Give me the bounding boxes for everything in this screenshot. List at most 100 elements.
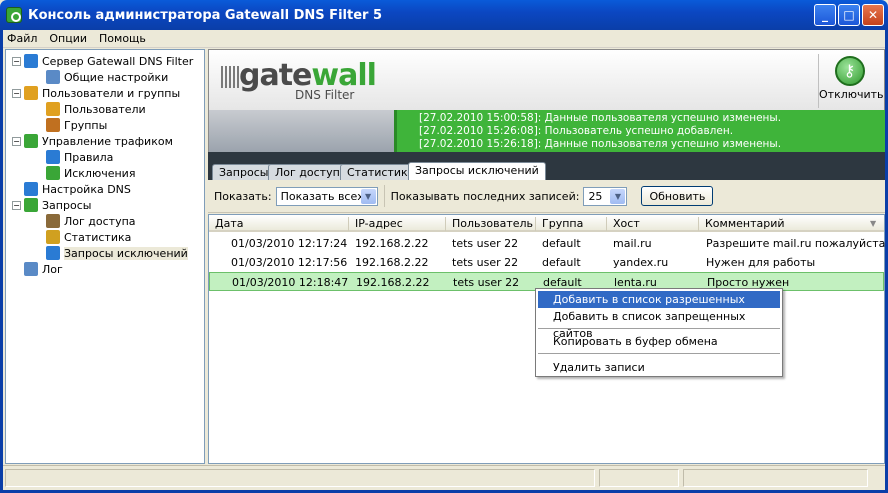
status-panel <box>683 469 868 487</box>
refresh-button[interactable]: Обновить <box>641 186 714 206</box>
tree-item-label: Запросы исключений <box>64 246 188 260</box>
maximize-icon: □ <box>843 8 855 22</box>
menu-separator <box>538 328 780 329</box>
tree-item-label: Пользователи <box>64 102 146 116</box>
collapse-icon[interactable]: − <box>12 56 21 66</box>
tree-item[interactable]: Запросы исключений <box>46 245 188 261</box>
menu-item-add-allowed[interactable]: Добавить в список разрешенных сайтов <box>538 291 780 323</box>
tree-item[interactable]: − Управление трафиком <box>12 133 173 149</box>
tree-item-label: Лог доступа <box>64 214 136 228</box>
tree-item-label: Правила <box>64 150 114 164</box>
tree-item-label: Группы <box>64 118 108 132</box>
statistics-icon <box>46 230 60 244</box>
navigation-tree: − Сервер Gatewall DNS Filter Общие настрой… <box>5 49 205 464</box>
table-row[interactable]: 01/03/2010 12:17:24 192.168.2.22 tets user… <box>209 234 885 253</box>
tree-item[interactable]: − Сервер Gatewall DNS Filter <box>12 53 193 69</box>
group-icon <box>46 118 60 132</box>
minimize-icon: _ <box>822 8 828 22</box>
tree-item[interactable]: Правила <box>46 149 113 165</box>
table-cell: Нужен для работы <box>706 256 816 269</box>
tree-item[interactable]: − Пользователи и группы <box>12 85 180 101</box>
table-cell: 192.168.2.22 <box>355 256 429 269</box>
show-select[interactable]: Показать всех ▼ <box>275 186 378 206</box>
server-icon <box>24 54 38 68</box>
exceptions-icon <box>46 166 60 180</box>
context-menu: Добавить в список разрешенных сайтов Доб… <box>535 288 783 377</box>
maximize-button[interactable]: □ <box>838 4 860 26</box>
chevron-down-icon: ▼ <box>610 188 626 204</box>
table-header: Дата IP-адрес Пользователь Группа Хост К… <box>209 215 884 232</box>
tree-item-label: Статистика <box>64 230 132 244</box>
tree-item[interactable]: Лог <box>24 261 63 277</box>
menu-help[interactable]: Помощь <box>99 32 146 45</box>
title-bar: Консоль администратора Gatewall DNS Filt… <box>0 0 888 30</box>
tree-item-label: Общие настройки <box>64 70 169 84</box>
column-header-comment[interactable]: Комментарий <box>699 217 877 231</box>
window-title: Консоль администратора Gatewall DNS Filt… <box>28 7 382 23</box>
dns-icon <box>24 182 38 196</box>
tree-item-label: Исключения <box>64 166 136 180</box>
collapse-icon[interactable]: − <box>12 136 21 146</box>
table-cell: yandex.ru <box>613 256 669 269</box>
table-cell: 01/03/2010 12:17:56 <box>231 256 348 269</box>
table-cell: 192.168.2.22 <box>356 276 430 289</box>
table-cell: 01/03/2010 12:17:24 <box>231 237 348 250</box>
close-icon: ✕ <box>867 8 879 22</box>
column-header-group[interactable]: Группа <box>536 217 607 231</box>
menu-item-copy[interactable]: Копировать в буфер обмена <box>538 333 780 350</box>
sort-arrow-icon: ▼ <box>870 219 877 228</box>
log-line: [27.02.2010 15:26:18]: Данные пользовате… <box>419 138 782 150</box>
rules-icon <box>46 150 60 164</box>
tree-item[interactable]: Общие настройки <box>46 69 168 85</box>
menu-item-add-blocked[interactable]: Добавить в список запрещенных сайтов <box>538 308 780 340</box>
tree-item-label: Настройка DNS <box>42 182 131 196</box>
minimize-button[interactable]: _ <box>814 4 836 26</box>
status-panel <box>5 469 595 487</box>
show-select-value: Показать всех <box>280 189 364 203</box>
tree-item-label: Лог <box>42 262 63 276</box>
last-records-select[interactable]: 25 ▼ <box>583 186 628 206</box>
column-header-user[interactable]: Пользователь <box>446 217 536 231</box>
close-button[interactable]: ✕ <box>862 4 884 26</box>
collapse-icon[interactable]: − <box>12 88 21 98</box>
table-cell: default <box>542 256 581 269</box>
tab-strip: Запросы Лог доступа Статистика Запросы и… <box>208 152 885 181</box>
table-cell: 01/03/2010 12:18:47 <box>232 276 349 289</box>
column-header-ip[interactable]: IP-адрес <box>349 217 446 231</box>
tree-item[interactable]: Статистика <box>46 229 131 245</box>
column-header-host[interactable]: Хост <box>607 217 699 231</box>
table-cell: tets user 22 <box>453 276 520 289</box>
users-groups-icon <box>24 86 38 100</box>
table-cell: default <box>542 237 581 250</box>
menu-item-delete[interactable]: Удалить записи <box>538 359 780 376</box>
tree-item[interactable]: Группы <box>46 117 107 133</box>
tab-exception-requests[interactable]: Запросы исключений <box>408 162 546 181</box>
column-header-date[interactable]: Дата <box>209 217 349 231</box>
main-panel: gatewall DNS Filter ⚷ Отключить [27.02.2… <box>208 49 885 464</box>
filter-toolbar: Показать: Показать всех ▼ Показывать пос… <box>208 180 885 213</box>
tree-item[interactable]: Настройка DNS <box>24 181 131 197</box>
disconnect-button[interactable]: ⚷ Отключить <box>818 54 884 108</box>
status-bar <box>3 465 885 489</box>
banner: gatewall DNS Filter ⚷ Отключить <box>208 49 885 110</box>
tree-item[interactable]: Лог доступа <box>46 213 136 229</box>
tree-item[interactable]: Исключения <box>46 165 135 181</box>
settings-icon <box>46 70 60 84</box>
collapse-icon[interactable]: − <box>12 200 21 210</box>
tree-item[interactable]: − Запросы <box>12 197 91 213</box>
user-icon <box>46 102 60 116</box>
table-row[interactable]: 01/03/2010 12:17:56 192.168.2.22 tets user… <box>209 253 884 272</box>
tab-requests[interactable]: Запросы <box>212 164 276 181</box>
tree-item-label: Запросы <box>42 198 92 212</box>
tree-item-label: Пользователи и группы <box>42 86 181 100</box>
status-panel <box>599 469 679 487</box>
menu-file[interactable]: Файл <box>7 32 37 45</box>
log-line: [27.02.2010 15:26:08]: Пользователь успе… <box>419 125 734 137</box>
traffic-icon <box>24 134 38 148</box>
menu-bar: Файл Опции Помощь <box>3 30 885 48</box>
tree-item[interactable]: Пользователи <box>46 101 146 117</box>
log-icon <box>24 262 38 276</box>
show-label: Показать: <box>214 189 272 203</box>
menu-options[interactable]: Опции <box>49 32 87 45</box>
app-icon <box>6 7 22 23</box>
